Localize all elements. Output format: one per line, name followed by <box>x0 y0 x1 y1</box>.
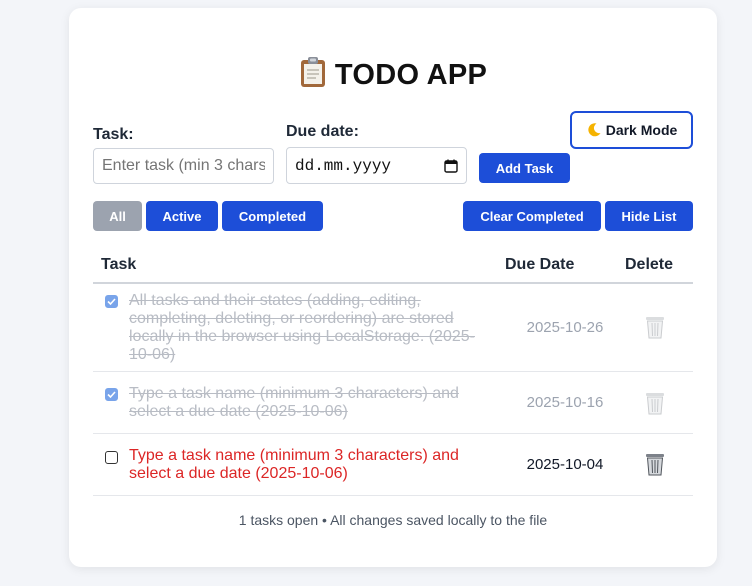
task-checkbox[interactable] <box>105 295 118 308</box>
calendar-icon[interactable] <box>444 159 458 173</box>
filter-active-button[interactable]: Active <box>146 201 218 231</box>
column-header-delete: Delete <box>625 256 674 273</box>
dark-mode-button[interactable]: Dark Mode <box>570 111 693 149</box>
dark-mode-label: Dark Mode <box>605 122 678 138</box>
task-due-date: 2025-10-26 <box>526 319 604 336</box>
task-due-date: 2025-10-16 <box>526 394 604 411</box>
due-date-input[interactable]: dd.mm.yyyy <box>286 147 467 184</box>
clear-completed-button[interactable]: Clear Completed <box>463 201 601 231</box>
task-text[interactable]: All tasks and their states (adding, edit… <box>129 292 489 364</box>
task-due-date: 2025-10-04 <box>526 456 604 473</box>
due-date-value: dd.mm.yyyy <box>295 156 392 175</box>
due-date-label: Due date: <box>286 123 359 140</box>
todo-card: TODO APP Dark Mode Task: Due date: dd.mm… <box>69 8 717 567</box>
app-title-text: TODO APP <box>334 59 488 91</box>
trash-icon[interactable] <box>643 390 667 416</box>
task-text[interactable]: Type a task name (minimum 3 characters) … <box>129 385 489 421</box>
table-row: All tasks and their states (adding, edit… <box>93 285 693 372</box>
task-label: Task: <box>93 126 134 143</box>
task-checkbox[interactable] <box>105 388 118 401</box>
hide-list-button[interactable]: Hide List <box>605 201 693 231</box>
filter-all-button[interactable]: All <box>93 201 142 231</box>
moon-icon <box>586 122 602 138</box>
table-header: Task Due Date Delete <box>93 252 693 284</box>
task-input[interactable] <box>93 148 274 184</box>
clipboard-icon <box>299 56 327 96</box>
table-row: Type a task name (minimum 3 characters) … <box>93 371 693 434</box>
app-title: TODO APP <box>69 56 717 96</box>
table-row: Type a task name (minimum 3 characters) … <box>93 433 693 496</box>
filter-completed-button[interactable]: Completed <box>222 201 323 231</box>
status-footer: 1 tasks open • All changes saved locally… <box>238 512 548 528</box>
trash-icon[interactable] <box>643 451 667 477</box>
column-header-task: Task <box>101 256 137 273</box>
trash-icon[interactable] <box>643 314 667 340</box>
add-task-button[interactable]: Add Task <box>479 153 570 183</box>
column-header-due-date: Due Date <box>505 256 575 273</box>
task-checkbox[interactable] <box>105 451 118 464</box>
task-text[interactable]: Type a task name (minimum 3 characters) … <box>129 447 489 483</box>
